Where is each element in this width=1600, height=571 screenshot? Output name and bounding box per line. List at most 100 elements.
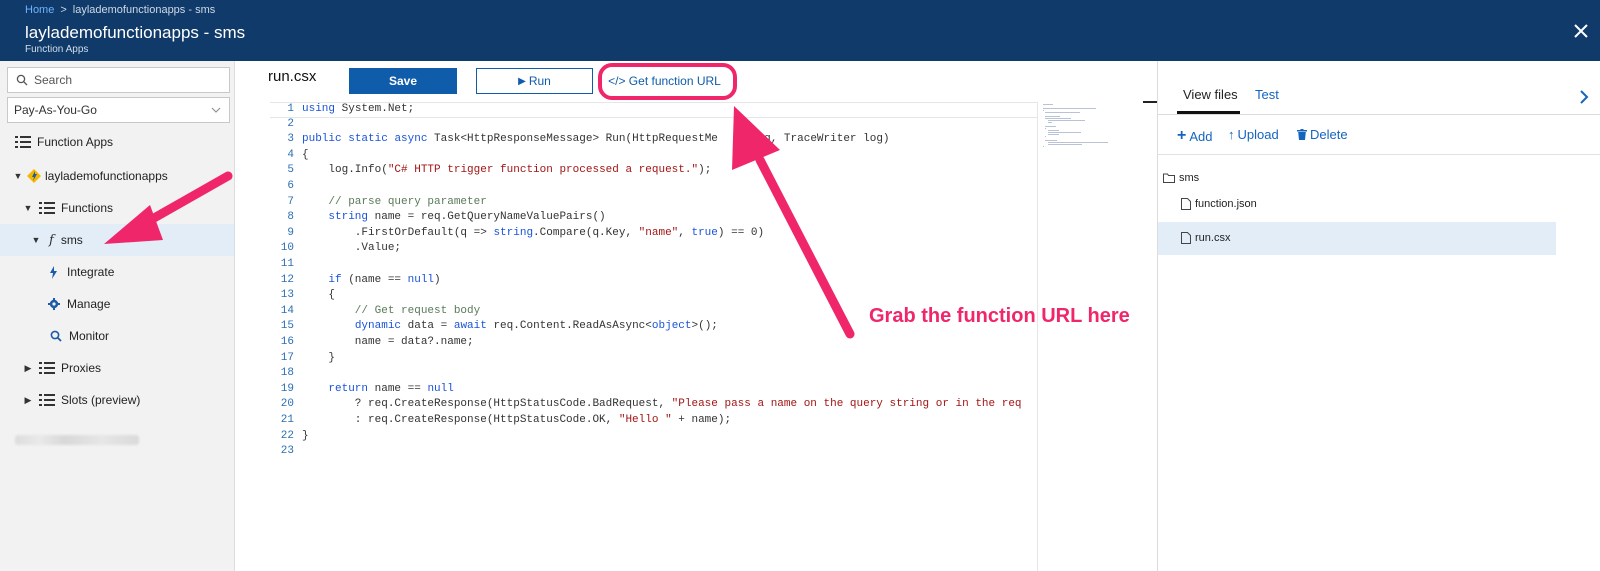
code-text: // Get request body — [302, 304, 481, 317]
file-run-csx[interactable]: run.csx — [1181, 232, 1230, 244]
sidebar-item-slots[interactable]: ▶ Slots (preview) — [0, 384, 234, 416]
caret-down-icon[interactable]: ▼ — [31, 235, 41, 245]
subscription-dropdown[interactable]: Pay-As-You-Go — [7, 97, 230, 123]
code-line[interactable]: 4{ — [270, 149, 1037, 165]
search-input[interactable]: Search — [7, 67, 230, 93]
code-text: if (name == null) — [328, 273, 441, 286]
code-line[interactable]: 16 name = data?.name; — [270, 336, 1037, 352]
tab-test[interactable]: Test — [1255, 87, 1279, 102]
code-line[interactable]: 9 .FirstOrDefault(q => string.Compare(q.… — [270, 227, 1037, 243]
code-line[interactable]: 19 return name == null — [270, 383, 1037, 399]
breadcrumb-separator: > — [60, 4, 67, 16]
code-line[interactable]: 8 string name = req.GetQueryNameValuePai… — [270, 211, 1037, 227]
search-placeholder: Search — [34, 73, 73, 87]
save-button[interactable]: Save — [349, 68, 457, 94]
sidebar-item-label: Slots (preview) — [61, 393, 141, 407]
search-icon — [50, 330, 62, 342]
azure-portal-window: Home > layla­demofunctionapps - sms layl… — [0, 0, 1600, 571]
sidebar-item-integrate[interactable]: Integrate — [0, 256, 234, 288]
sidebar-item-monitor[interactable]: Monitor — [0, 320, 234, 352]
chevron-down-icon — [211, 107, 221, 113]
minimap-line — [1043, 110, 1044, 111]
minimap-line — [1047, 142, 1109, 143]
minimap-line — [1047, 122, 1052, 123]
caret-down-icon[interactable]: ▼ — [13, 171, 23, 181]
get-function-url-button[interactable]: </> Get function URL — [607, 68, 722, 94]
chevron-right-icon[interactable] — [1578, 89, 1590, 105]
code-line[interactable]: 22} — [270, 430, 1037, 446]
minimap-line — [1045, 136, 1046, 137]
code-line[interactable]: 6 — [270, 180, 1037, 196]
sidebar-item-function-apps[interactable]: Function Apps — [0, 126, 234, 158]
line-number: 4 — [287, 148, 294, 161]
line-number: 12 — [280, 273, 294, 286]
caret-right-icon[interactable]: ▶ — [23, 395, 33, 405]
code-line[interactable]: 2 — [270, 118, 1037, 134]
code-line[interactable]: 23 — [270, 445, 1037, 461]
code-line[interactable]: 17 } — [270, 352, 1037, 368]
caret-down-icon[interactable]: ▼ — [23, 203, 33, 213]
minimap-line — [1043, 146, 1044, 147]
sidebar-item-manage[interactable]: Manage — [0, 288, 234, 320]
blurred-item — [15, 435, 139, 445]
breadcrumb-current: layla­demofunctionapps - sms — [72, 4, 216, 16]
function-app-icon — [27, 169, 41, 183]
code-line[interactable]: 20 ? req.CreateResponse(HttpStatusCode.B… — [270, 398, 1037, 414]
code-line[interactable]: 12 if (name == null) — [270, 274, 1037, 290]
sidebar-item-label: Manage — [67, 297, 111, 311]
code-line[interactable]: 18 — [270, 367, 1037, 383]
line-number: 14 — [280, 304, 294, 317]
run-button[interactable]: ▶ Run — [476, 68, 593, 94]
folder-icon — [1163, 173, 1175, 183]
upload-button[interactable]: ↑ Upload — [1228, 127, 1279, 142]
code-line[interactable]: 7 // parse query parameter — [270, 196, 1037, 212]
code-line[interactable]: 5 log.Info("C# HTTP trigger function pro… — [270, 164, 1037, 180]
delete-button[interactable]: Delete — [1297, 127, 1348, 142]
caret-right-icon[interactable]: ▶ — [23, 363, 33, 373]
trash-icon — [1297, 129, 1307, 140]
code-line[interactable]: 10 .Value; — [270, 242, 1037, 258]
sidebar-item-sms[interactable]: ▼ f sms — [0, 224, 234, 256]
code-text: : req.CreateResponse(HttpStatusCode.OK, … — [302, 414, 732, 426]
line-number: 1 — [287, 103, 294, 115]
sidebar-item-proxies[interactable]: ▶ Proxies — [0, 352, 234, 384]
line-number: 23 — [280, 445, 294, 458]
code-text: name = data?.name; — [302, 336, 474, 348]
plus-icon: + — [1177, 127, 1187, 144]
code-text: { — [302, 289, 336, 302]
code-line[interactable]: 1 using System.Net; — [270, 102, 1037, 118]
delete-label: Delete — [1310, 127, 1348, 142]
code-line[interactable]: 21 : req.CreateResponse(HttpStatusCode.O… — [270, 414, 1037, 430]
line-number: 7 — [287, 195, 294, 208]
code-minimap[interactable] — [1037, 102, 1142, 571]
add-button[interactable]: + Add — [1177, 127, 1212, 145]
line-number: 17 — [280, 351, 294, 364]
minimap-line — [1047, 120, 1085, 121]
code-editor[interactable]: 1 using System.Net; 2 3 public static async … — [270, 102, 1037, 571]
code-text: .Value; — [302, 242, 402, 255]
file-label: function.json — [1195, 198, 1257, 210]
tab-view-files[interactable]: View files — [1183, 87, 1238, 102]
code-text: public static async Task<HttpResponseMes… — [302, 133, 890, 146]
sidebar-item-label: laylademofunctionapps — [45, 169, 168, 183]
gear-icon — [48, 298, 60, 310]
code-line[interactable]: 11 — [270, 258, 1037, 274]
minimap-line — [1045, 140, 1057, 141]
sidebar-item-function-app[interactable]: ▼ laylademofunctionapps — [0, 160, 234, 192]
list-icon — [39, 394, 55, 406]
code-line[interactable]: 3 public static async Task<HttpResponseMe… — [270, 133, 1037, 149]
sidebar-item-functions[interactable]: ▼ Functions — [0, 192, 234, 224]
close-icon[interactable] — [1572, 22, 1590, 40]
breadcrumb-home-link[interactable]: Home — [25, 4, 54, 16]
code-line[interactable]: 13 { — [270, 289, 1037, 305]
file-function-json[interactable]: function.json — [1181, 198, 1257, 210]
code-text: ? req.CreateResponse(HttpStatusCode.BadR… — [302, 398, 1022, 411]
file-label: run.csx — [1195, 232, 1231, 244]
file-icon — [1181, 232, 1191, 244]
line-number: 13 — [280, 289, 294, 302]
line-number: 19 — [280, 382, 294, 395]
code-text: return name == null — [328, 382, 454, 395]
divider — [1158, 154, 1600, 155]
folder-sms[interactable]: sms — [1163, 172, 1199, 184]
editor-filename: run.csx — [268, 68, 317, 85]
